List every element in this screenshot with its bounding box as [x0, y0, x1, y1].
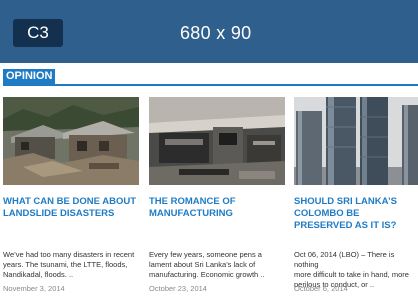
section-header: OPINION: [3, 69, 418, 86]
article-title-link[interactable]: SHOULD SRI LANKA’S COLOMBO BE PRESERVED …: [294, 196, 418, 232]
article-date: October 23, 2014: [149, 284, 207, 293]
ad-slot-tag: C3: [13, 19, 63, 47]
article-excerpt: We’ve had too many disasters in recent y…: [3, 250, 135, 279]
section-label[interactable]: OPINION: [3, 69, 56, 84]
article-card: WHAT CAN BE DONE ABOUT LANDSLIDE DISASTE…: [3, 97, 139, 301]
article-date: November 3, 2014: [3, 284, 65, 293]
article-title-link[interactable]: WHAT CAN BE DONE ABOUT LANDSLIDE DISASTE…: [3, 196, 139, 220]
article-excerpt: Every few years, someone pens a lament a…: [149, 250, 265, 279]
article-date: October 6, 2014: [294, 284, 348, 293]
article-card: SHOULD SRI LANKA’S COLOMBO BE PRESERVED …: [294, 97, 418, 301]
factory-interior-photo-icon[interactable]: [149, 97, 285, 185]
ad-banner[interactable]: C3 680 x 90: [0, 0, 418, 63]
ad-size-label: 680 x 90: [180, 23, 252, 43]
skyscraper-towers-photo-icon[interactable]: [294, 97, 418, 185]
article-title-link[interactable]: THE ROMANCE OF MANUFACTURING: [149, 196, 285, 220]
article-card: THE ROMANCE OF MANUFACTURING Every few y…: [149, 97, 285, 301]
landslide-ruins-photo-icon[interactable]: [3, 97, 139, 185]
